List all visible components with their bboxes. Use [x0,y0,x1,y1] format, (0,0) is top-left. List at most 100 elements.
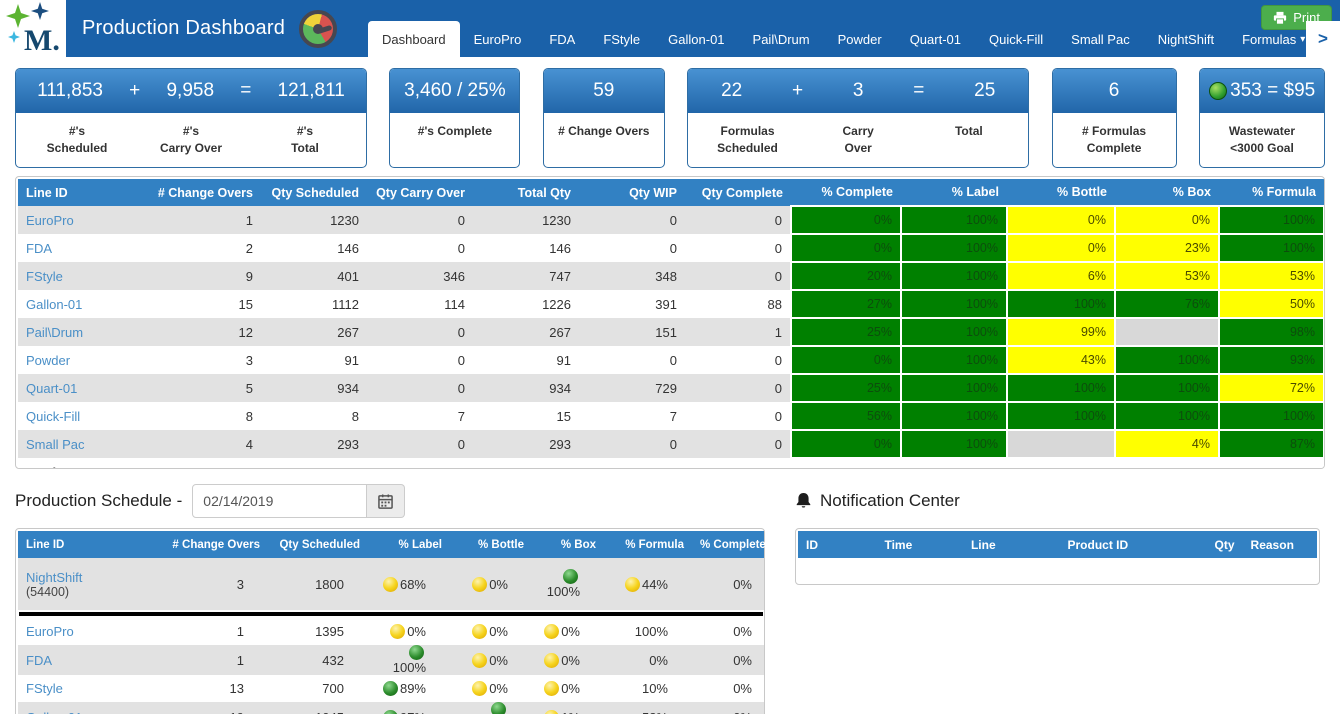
percent-cell: 0% [1007,234,1115,262]
line-link[interactable]: FStyle [26,269,63,284]
percent-cell: 0% [604,645,692,675]
stat-label: #'s Scheduled [20,123,134,158]
qty-cell: 1045 [268,702,368,714]
percent-cell: 0% [450,675,532,702]
green-status-dot-icon [563,569,578,584]
percent-cell: 27% [791,290,901,318]
line-link[interactable]: FDA [26,653,52,668]
percent-cell: 0% [692,618,764,645]
qty-cell: 1112 [261,290,367,318]
yellow-status-dot-icon [472,624,487,639]
qty-cell: 747 [473,262,579,290]
qty-cell: 0 [685,374,791,402]
schedule-date-input[interactable] [192,484,367,518]
tab-fstyle[interactable]: FStyle [589,21,654,57]
column-header: Line [963,531,1060,558]
percent-cell: 100% [901,430,1007,458]
line-link[interactable]: Pail\Drum [26,325,83,340]
qty-cell: 401 [261,262,367,290]
tab-powder[interactable]: Powder [824,21,896,57]
qty-cell: 1 [156,618,268,645]
logo-stars-icon: M. [0,0,66,57]
notification-center-section: Notification Center IDTimeLineProduct ID… [795,483,1320,714]
tab-fda[interactable]: FDA [535,21,589,57]
percent-cell: 100% [901,374,1007,402]
qty-cell: 1226 [473,290,579,318]
percent-cell: 43% [1007,346,1115,374]
tab-dashboard[interactable]: Dashboard [368,21,460,57]
percent-cell: 0% [532,675,604,702]
line-link[interactable]: NightShift [26,570,82,585]
line-link[interactable]: Gallon-01 [26,710,82,714]
notification-table: IDTimeLineProduct IDQtyReason [798,531,1317,558]
percent-cell: 0% [1007,206,1115,234]
column-header: # Change Overs [143,179,261,206]
percent-cell [1115,318,1219,346]
status-dot-icon [1209,82,1227,100]
schedule-title-row: Production Schedule - [15,483,765,519]
tab-small-pac[interactable]: Small Pac [1057,21,1144,57]
calendar-button[interactable] [367,484,405,518]
line-link[interactable]: FStyle [26,681,63,696]
line-link[interactable]: EuroPro [26,624,74,639]
yellow-status-dot-icon [544,653,559,668]
line-link[interactable]: Quart-01 [26,381,77,396]
qty-cell: 267 [473,318,579,346]
qty-cell: 146 [473,234,579,262]
tab-quart-01[interactable]: Quart-01 [896,21,975,57]
stat-value: 22 [721,80,742,102]
qty-cell: 0 [685,206,791,234]
line-link[interactable]: FDA [26,241,52,256]
line-link[interactable]: Powder [26,353,70,368]
line-link[interactable]: Small Pac [26,437,85,452]
stat-card-body: #'s Complete [390,113,519,150]
percent-cell: 100% [532,558,604,610]
divider-bar [19,612,763,616]
percent-cell: 100% [604,618,692,645]
qty-cell: 91 [473,346,579,374]
green-status-dot-icon [409,645,424,660]
line-link[interactable]: EuroPro [26,213,74,228]
table-row: Quick-Fill887157056%100%100%100%100% [18,402,1324,430]
notification-title: Notification Center [820,491,960,511]
table-row: Quart-0159340934729025%100%100%100%72% [18,374,1324,402]
nav-overflow-arrow[interactable]: > [1306,21,1340,57]
stat-value: 3,460 / 25% [404,80,505,102]
qty-cell: 346 [367,262,473,290]
qty-cell: 1800 [268,558,368,610]
line-id-cell: EuroPro [18,206,143,234]
line-link[interactable]: Gallon-01 [26,297,82,312]
column-header: % Box [532,531,604,558]
line-id-cell: EuroPro [18,618,156,645]
table-row: FDA1432100%0%0%0%0% [18,645,764,675]
table-row: EuroPro113950%0%0%100%0% [18,618,764,645]
qty-cell: 15 [143,290,261,318]
qty-cell: 1 [143,206,261,234]
qty-cell: 0 [579,206,685,234]
divider-row [18,610,764,618]
stat-value: 6 [1109,80,1120,102]
percent-cell: 100% [901,290,1007,318]
column-header: # Change Overs [156,531,268,558]
schedule-table-panel: Line ID# Change OversQty Scheduled% Labe… [15,528,765,714]
qty-cell: 348 [579,262,685,290]
stat-card-body: #'s Scheduled#'s Carry Over#'s Total [16,113,366,168]
stat-value: 353 = $95 [1230,80,1315,102]
table-row: FStyle1370089%0%0%10%0% [18,675,764,702]
app-title-area: Production Dashboard [82,0,337,57]
tab-pail-drum[interactable]: Pail\Drum [739,21,824,57]
company-logo[interactable]: M. [0,0,66,57]
percent-cell: 53% [1115,262,1219,290]
stat-value: 3 [853,80,864,102]
tab-gallon-01[interactable]: Gallon-01 [654,21,738,57]
page-title: Production Dashboard [82,17,285,40]
line-link[interactable]: Quick-Fill [26,409,80,424]
stat-label: Wastewater <3000 Goal [1204,123,1320,158]
stat-value: 9,958 [166,80,214,102]
percent-cell: 72% [1219,374,1324,402]
tab-quick-fill[interactable]: Quick-Fill [975,21,1057,57]
percent-cell: 100% [1219,206,1324,234]
line-status-panel: Line ID# Change OversQty ScheduledQty Ca… [15,176,1325,469]
tab-europro[interactable]: EuroPro [460,21,536,57]
tab-nightshift[interactable]: NightShift [1144,21,1228,57]
